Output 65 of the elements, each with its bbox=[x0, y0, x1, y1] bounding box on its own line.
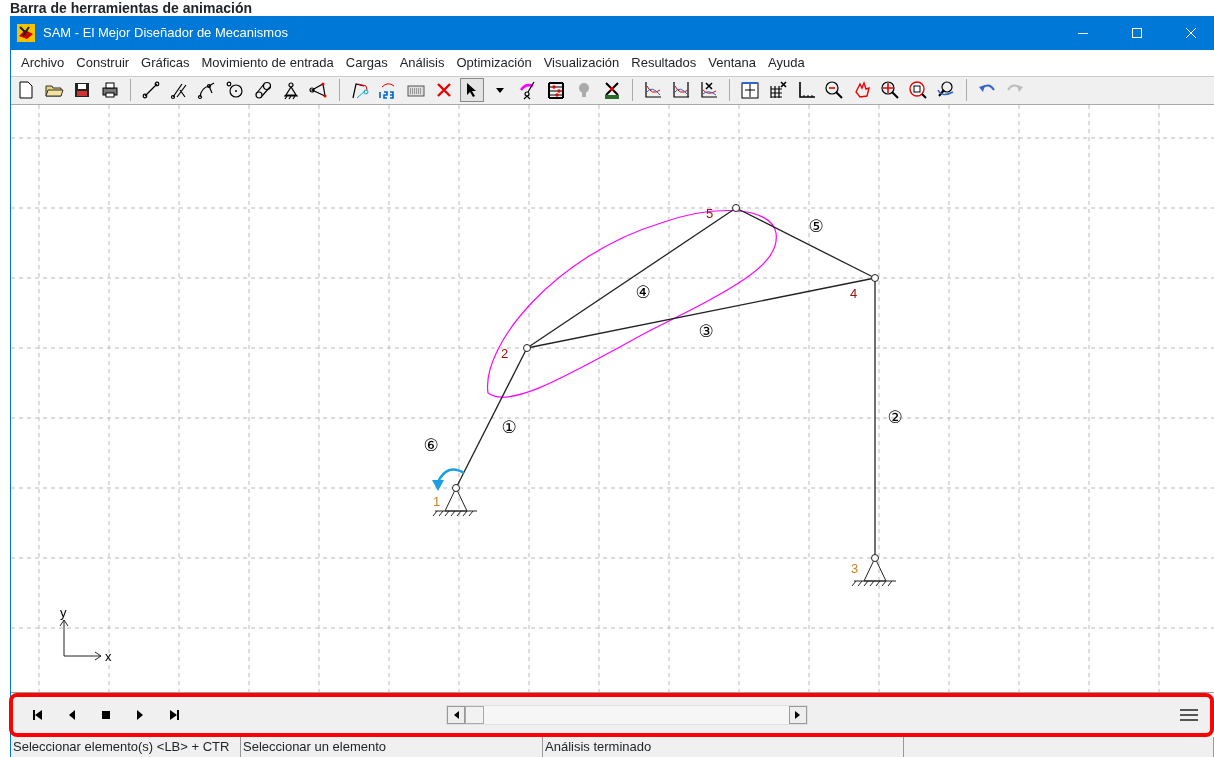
app-logo-icon bbox=[17, 24, 35, 42]
menu-item[interactable]: Cargas bbox=[339, 50, 394, 76]
ruler-box-icon[interactable] bbox=[740, 80, 760, 101]
axis-label: y bbox=[60, 604, 67, 620]
new-file-icon[interactable] bbox=[16, 80, 36, 101]
gear-circle-icon[interactable] bbox=[225, 80, 245, 101]
skip-back-icon[interactable] bbox=[32, 708, 44, 721]
pin-joint bbox=[871, 553, 879, 562]
maximize-icon[interactable] bbox=[1132, 28, 1142, 38]
menu-item[interactable]: Gráficas bbox=[135, 50, 196, 76]
skip-forward-icon[interactable] bbox=[168, 708, 180, 721]
left-arrow-icon[interactable] bbox=[453, 710, 459, 719]
pin-joint bbox=[452, 483, 460, 492]
caption-heading: Barra de herramientas de animación bbox=[9, 0, 253, 16]
link-number: ② bbox=[887, 406, 903, 427]
link-number: ⑤ bbox=[808, 215, 824, 236]
arc-link-icon[interactable] bbox=[197, 80, 217, 101]
link-number: ① bbox=[501, 416, 517, 437]
link-number: ③ bbox=[698, 320, 714, 341]
zoom-out-icon[interactable] bbox=[824, 80, 844, 101]
right-arrow-icon[interactable] bbox=[795, 710, 801, 719]
axes-indicator bbox=[59, 619, 102, 661]
menu-item[interactable]: Visualización bbox=[537, 50, 626, 76]
menu-item[interactable]: Ayuda bbox=[762, 50, 811, 76]
graph-icon[interactable] bbox=[699, 80, 719, 101]
menu-item[interactable]: Ventana bbox=[702, 50, 763, 76]
link-number: ⑥ bbox=[423, 434, 439, 455]
joint-label: 4 bbox=[850, 285, 858, 301]
trace-path-icon[interactable] bbox=[350, 80, 370, 101]
menu-item[interactable]: Análisis bbox=[393, 50, 451, 76]
close-icon[interactable] bbox=[1186, 28, 1196, 38]
stop-icon[interactable] bbox=[100, 708, 112, 721]
print-icon[interactable] bbox=[100, 80, 120, 101]
zoom-move-icon[interactable] bbox=[880, 80, 900, 101]
hand-icon[interactable] bbox=[852, 80, 872, 101]
belt-icon[interactable] bbox=[253, 80, 273, 101]
window-title: SAM - El Mejor Diseñador de Mecanismos bbox=[43, 24, 288, 43]
abacus-icon[interactable] bbox=[546, 80, 566, 101]
link-tool-icon[interactable] bbox=[141, 80, 161, 101]
rotation-arrow bbox=[432, 468, 465, 491]
link-number: ④ bbox=[635, 281, 651, 302]
axis-label: x bbox=[105, 648, 112, 664]
zoom-window-icon[interactable] bbox=[908, 80, 928, 101]
scroll-right-button[interactable] bbox=[789, 705, 807, 724]
status-field: Seleccionar elemento(s) <LB> + CTR bbox=[11, 737, 241, 757]
windmill-icon[interactable] bbox=[602, 80, 622, 101]
joint-label: 3 bbox=[851, 560, 859, 576]
menu-item[interactable]: Optimización bbox=[450, 50, 538, 76]
axes-icon[interactable] bbox=[796, 80, 816, 101]
grid-icon[interactable] bbox=[768, 80, 788, 101]
joint-label: 1 bbox=[433, 493, 441, 509]
status-field: Seleccionar un elemento bbox=[241, 737, 543, 757]
scrollbar-thumb[interactable] bbox=[465, 705, 484, 724]
pin-joint bbox=[523, 343, 531, 352]
menu-item[interactable]: Construir bbox=[70, 50, 136, 76]
scroll-left-button[interactable] bbox=[447, 705, 465, 724]
pin-joint bbox=[871, 273, 879, 282]
menu-item[interactable]: Resultados bbox=[625, 50, 703, 76]
ground-support-icon[interactable] bbox=[281, 80, 301, 101]
status-field: Análisis terminado bbox=[543, 737, 904, 757]
scrollbar[interactable] bbox=[446, 704, 808, 725]
joint-label: 2 bbox=[501, 345, 509, 361]
menu-item[interactable]: Archivo bbox=[15, 50, 71, 76]
menu-item[interactable]: Movimiento de entrada bbox=[195, 50, 340, 76]
pin-joint bbox=[732, 203, 740, 212]
